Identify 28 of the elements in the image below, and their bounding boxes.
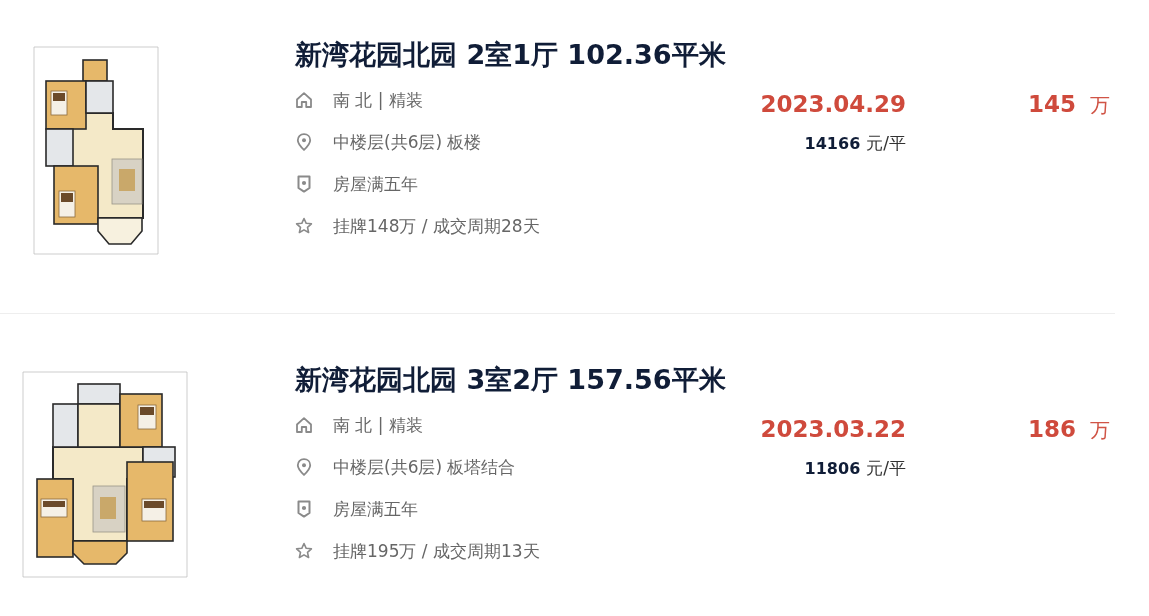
total-price-value: 186 — [1028, 415, 1076, 444]
star-icon — [295, 217, 313, 235]
deal-date: 2023.03.22 — [760, 415, 906, 444]
total-price-unit: 万 — [1090, 92, 1110, 119]
shield-icon — [295, 500, 313, 518]
listing-title[interactable]: 新湾花园北园 2室1厅 102.36平米 — [295, 38, 740, 72]
listing-detail: 挂牌148万 / 成交周期28天 — [333, 215, 540, 237]
listing-title[interactable]: 新湾花园北园 3室2厅 157.56平米 — [295, 363, 740, 397]
unit-price-unit: 元/平 — [866, 132, 906, 155]
unit-price-value: 14166 — [804, 133, 861, 155]
unit-price-unit: 元/平 — [866, 457, 906, 480]
listing-detail: 南 北 | 精装 — [333, 89, 423, 111]
total-price-unit: 万 — [1090, 417, 1110, 444]
listing-detail: 挂牌195万 / 成交周期13天 — [333, 540, 540, 562]
listing-detail: 南 北 | 精装 — [333, 414, 423, 436]
deal-date: 2023.04.29 — [760, 90, 906, 119]
unit-price-value: 11806 — [804, 458, 861, 480]
house-icon — [295, 91, 313, 109]
listing-detail: 中楼层(共6层) 板塔结合 — [333, 456, 516, 478]
listing-detail: 中楼层(共6层) 板楼 — [333, 131, 482, 153]
location-pin-icon — [295, 133, 313, 151]
house-icon — [295, 416, 313, 434]
listing-detail: 房屋满五年 — [333, 173, 418, 195]
listing-detail: 房屋满五年 — [333, 498, 418, 520]
location-pin-icon — [295, 458, 313, 476]
total-price-value: 145 — [1028, 90, 1076, 119]
shield-icon — [295, 175, 313, 193]
star-icon — [295, 542, 313, 560]
